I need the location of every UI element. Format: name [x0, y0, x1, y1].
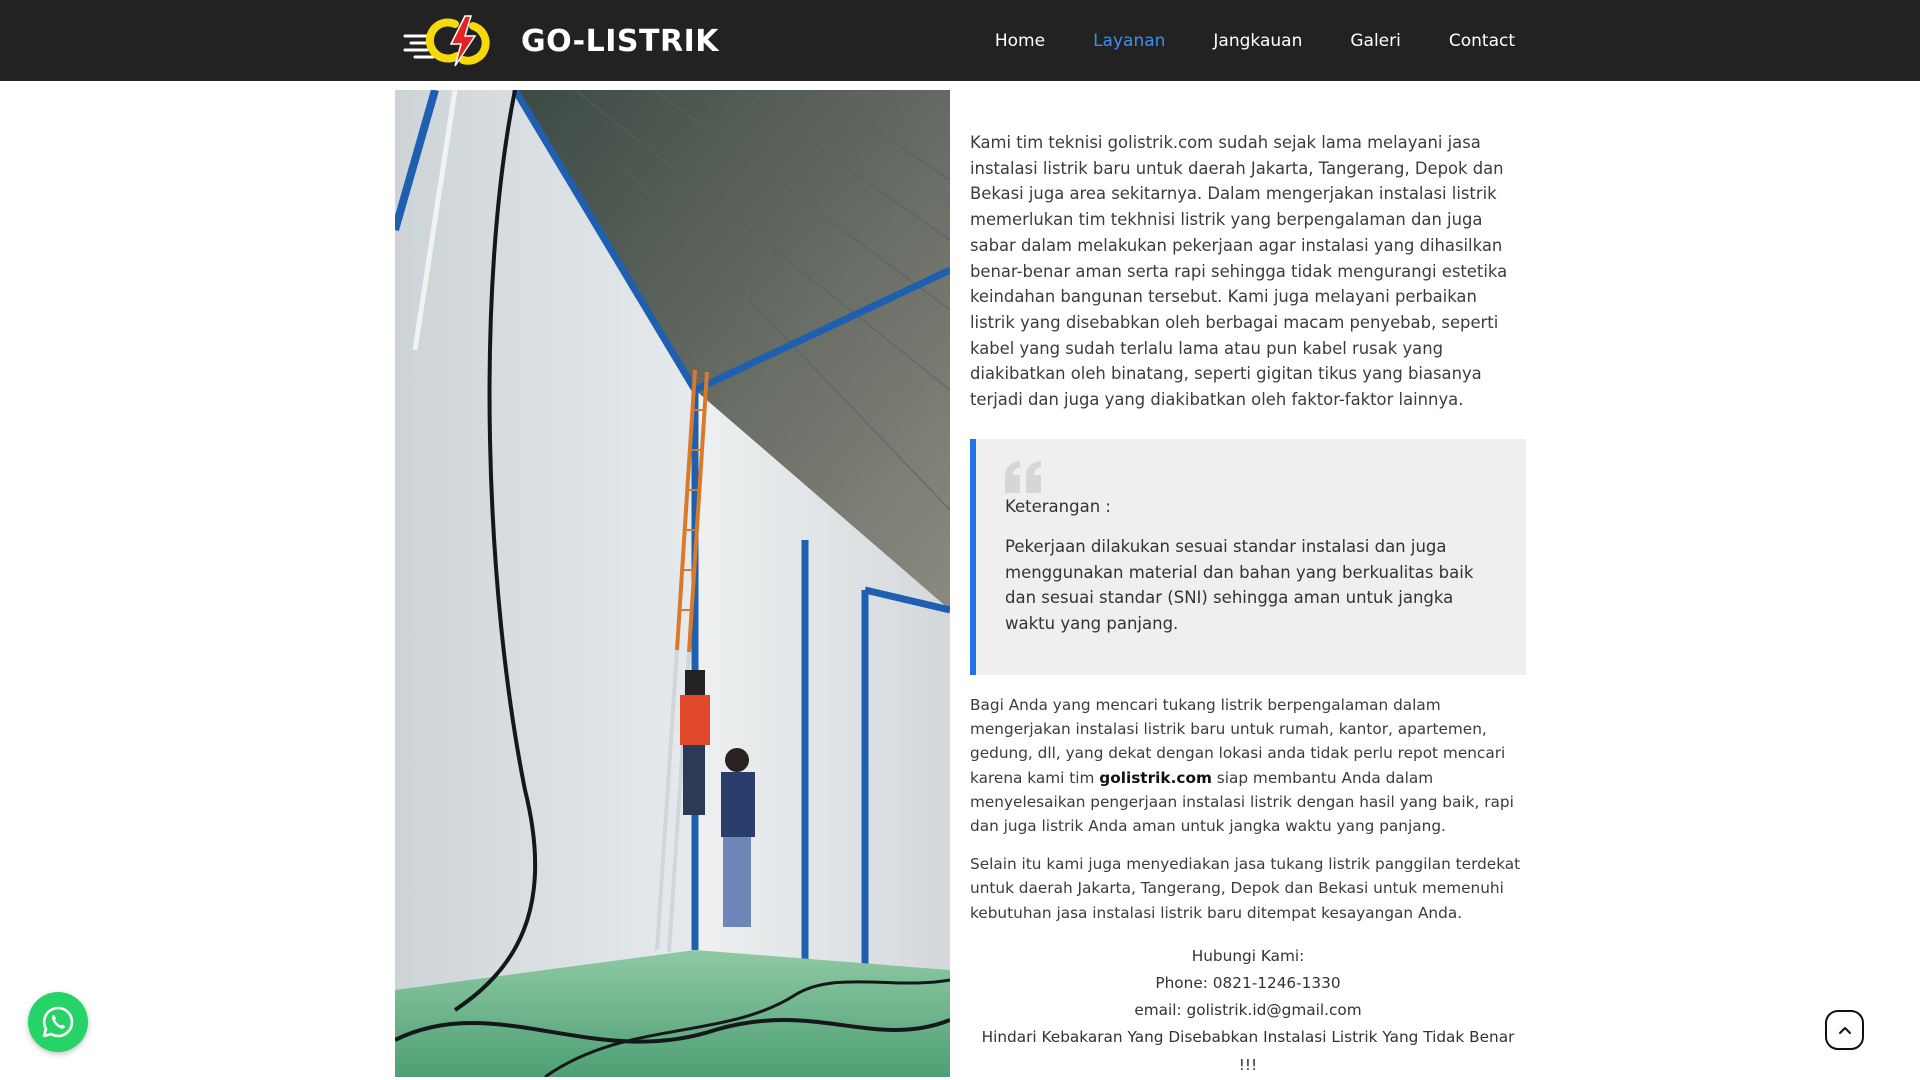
- electricians-on-ladder-photo: [395, 90, 950, 1077]
- body-paragraph: Bagi Anda yang mencari tukang listrik be…: [970, 693, 1526, 838]
- nav-home[interactable]: Home: [995, 31, 1045, 51]
- quote-icon: [1005, 460, 1043, 493]
- nav-contact[interactable]: Contact: [1449, 31, 1515, 51]
- brand-name: GO-LISTRIK: [521, 23, 719, 59]
- nav-layanan[interactable]: Layanan: [1093, 31, 1165, 51]
- site-name-bold: golistrik.com: [1099, 768, 1212, 787]
- site-header: GO-LISTRIK Home Layanan Jangkauan Galeri…: [0, 0, 1920, 81]
- contact-email: email: golistrik.id@gmail.com: [1134, 1001, 1362, 1020]
- info-blockquote: Keterangan : Pekerjaan dilakukan sesuai …: [970, 438, 1526, 675]
- lightning-bolt-logo-icon: [403, 12, 503, 70]
- whatsapp-icon: [42, 1006, 74, 1038]
- main-nav: Home Layanan Jangkauan Galeri Contact: [947, 0, 1515, 81]
- site-logo[interactable]: GO-LISTRIK: [403, 12, 719, 70]
- service-description: Kami tim teknisi golistrik.com sudah sej…: [970, 130, 1526, 1079]
- intro-paragraph: Kami tim teknisi golistrik.com sudah sej…: [970, 133, 1508, 410]
- body-paragraph: Selain itu kami juga menyediakan jasa tu…: [970, 855, 1521, 922]
- nav-jangkauan[interactable]: Jangkauan: [1213, 31, 1302, 51]
- nav-galeri[interactable]: Galeri: [1350, 31, 1401, 51]
- contact-heading: Hubungi Kami:: [1191, 946, 1305, 965]
- contact-info: Hubungi Kami: Phone: 0821-1246-1330 emai…: [970, 943, 1526, 1079]
- quote-title: Keterangan :: [1005, 496, 1111, 516]
- safety-warning: Hindari Kebakaran Yang Disebabkan Instal…: [981, 1028, 1515, 1074]
- scroll-to-top-button[interactable]: [1825, 1010, 1864, 1050]
- quote-text: Pekerjaan dilakukan sesuai standar insta…: [1005, 536, 1474, 634]
- contact-phone: Phone: 0821-1246-1330: [1155, 973, 1341, 992]
- whatsapp-chat-button[interactable]: [28, 992, 88, 1052]
- chevron-up-icon: [1838, 1026, 1851, 1034]
